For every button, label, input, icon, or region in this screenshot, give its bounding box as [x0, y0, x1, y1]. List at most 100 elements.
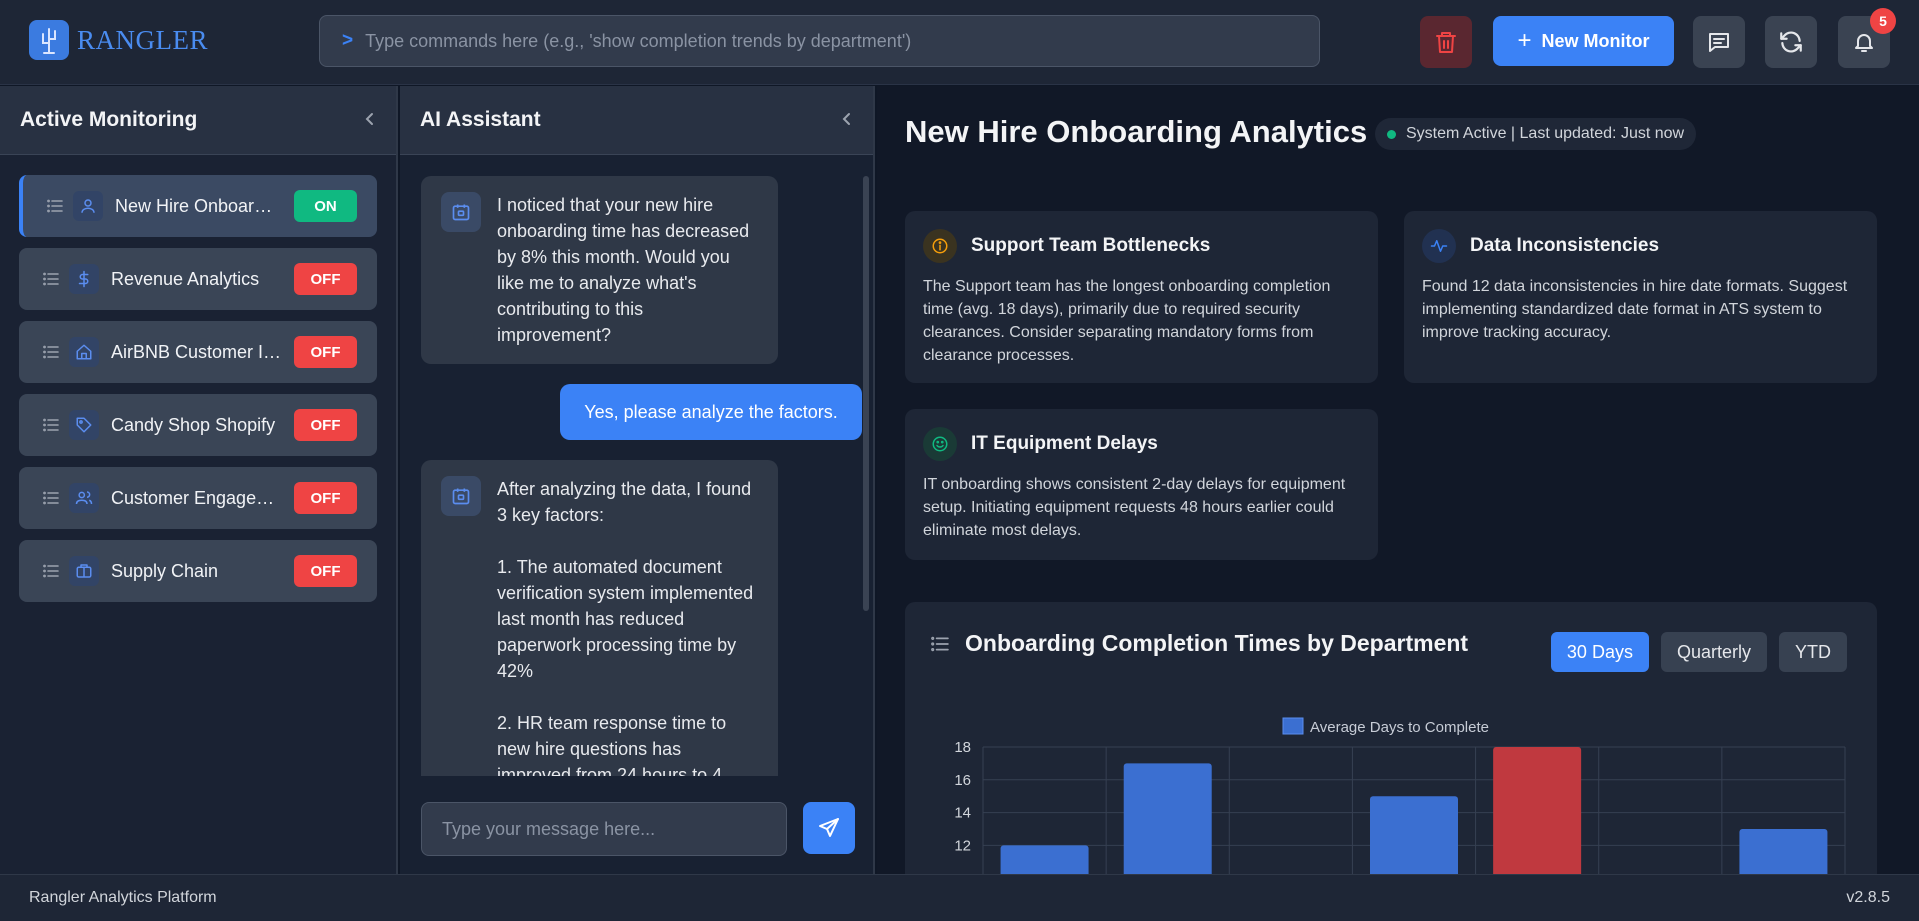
message-text: After analyzing the data, I found 3 key …	[497, 479, 754, 776]
insight-text: Found 12 data inconsistencies in hire da…	[1422, 278, 1848, 341]
tag-icon	[69, 410, 99, 440]
refresh-button[interactable]	[1765, 16, 1817, 68]
monitor-name: New Hire Onboarding Analytics	[115, 195, 294, 216]
list-icon	[43, 491, 59, 505]
chat-scrollbar[interactable]	[863, 176, 869, 611]
message-text: I noticed that your new hire onboarding …	[497, 195, 750, 345]
insight-title: Data Inconsistencies	[1470, 235, 1660, 256]
assistant-panel: AI Assistant I noticed that your new hir…	[400, 86, 875, 874]
dollar-icon	[69, 264, 99, 294]
monitor-toggle[interactable]: OFF	[294, 263, 357, 295]
version-label: v2.8.5	[1846, 889, 1890, 906]
monitor-name: Customer Engagement	[111, 487, 294, 508]
chart-bar[interactable]	[1739, 829, 1828, 874]
assistant-title: AI Assistant	[420, 108, 541, 131]
logo[interactable]: RANGLER	[29, 20, 208, 60]
new-monitor-label: New Monitor	[1541, 30, 1650, 51]
footer-title: Rangler Analytics Platform	[29, 889, 217, 906]
collapse-chevron-icon[interactable]	[364, 110, 376, 131]
command-bar[interactable]: >	[319, 15, 1320, 67]
list-icon	[43, 345, 59, 359]
monitor-toggle[interactable]: OFF	[294, 555, 357, 587]
plus-icon: +	[1517, 27, 1532, 54]
notification-badge: 5	[1870, 8, 1896, 34]
status-dot-icon	[1387, 129, 1396, 139]
monitor-name: Supply Chain	[111, 560, 219, 581]
notifications-button[interactable]: 5	[1838, 8, 1896, 68]
send-button[interactable]	[803, 802, 855, 854]
chart-card: Onboarding Completion Times by Departmen…	[905, 602, 1877, 874]
monitor-item[interactable]: New Hire Onboarding Analytics ON	[19, 175, 377, 237]
monitoring-title: Active Monitoring	[20, 108, 198, 131]
monitor-item[interactable]: Candy Shop Shopify OFF	[19, 394, 377, 456]
trash-icon	[1436, 32, 1456, 53]
dashboard: New Hire Onboarding Analytics System Act…	[877, 86, 1919, 874]
collapse-chevron-icon[interactable]	[841, 110, 853, 131]
monitor-name: Revenue Analytics	[111, 268, 260, 289]
monitor-item[interactable]: Customer Engagement OFF	[19, 467, 377, 529]
chat-toggle-button[interactable]	[1693, 16, 1745, 68]
chat-messages[interactable]: I noticed that your new hire onboarding …	[400, 156, 875, 776]
top-bar: RANGLER > + New Monitor 5	[0, 0, 1919, 85]
monitor-list: New Hire Onboarding Analytics ON Revenue…	[0, 155, 396, 622]
list-icon	[43, 272, 59, 286]
legend-swatch	[1282, 717, 1304, 735]
status-text: System Active | Last updated: Just now	[1406, 125, 1685, 142]
monitoring-panel: Active Monitoring New Hire Onboarding An…	[0, 86, 398, 874]
chart-bar[interactable]	[1370, 796, 1458, 874]
monitor-name: Candy Shop Shopify	[111, 414, 276, 435]
monitor-item[interactable]: Revenue Analytics OFF	[19, 248, 377, 310]
chart-bar[interactable]	[1123, 763, 1212, 874]
insight-text: IT onboarding shows consistent 2-day del…	[923, 476, 1346, 539]
y-tick-label: 16	[954, 772, 971, 789]
assistant-message: After analyzing the data, I found 3 key …	[421, 460, 778, 776]
y-tick-label: 14	[954, 805, 971, 822]
legend-label: Average Days to Complete	[1310, 719, 1489, 736]
status-badge: System Active | Last updated: Just now	[1375, 118, 1697, 150]
monitoring-header: Active Monitoring	[0, 86, 396, 155]
new-monitor-button[interactable]: + New Monitor	[1493, 16, 1674, 66]
users-icon	[69, 483, 99, 513]
cactus-logo-icon	[29, 20, 69, 60]
refresh-icon	[1780, 31, 1802, 53]
chat-compose	[421, 802, 855, 856]
assistant-header: AI Assistant	[400, 86, 873, 155]
user-message: Yes, please analyze the factors.	[560, 384, 862, 440]
chart-bar[interactable]	[1000, 845, 1089, 874]
monitor-item[interactable]: Supply Chain OFF	[19, 540, 377, 602]
insight-title: Support Team Bottlenecks	[971, 235, 1211, 256]
bar-chart: 18 16 14 12 Average Days to Complete	[954, 717, 1846, 874]
y-tick-label: 18	[954, 739, 971, 756]
monitor-toggle[interactable]: OFF	[294, 336, 357, 368]
info-icon	[923, 229, 957, 263]
list-icon	[43, 418, 59, 432]
y-tick-label: 12	[954, 837, 971, 854]
list-icon	[47, 199, 63, 213]
chat-input[interactable]	[421, 802, 787, 856]
insight-text: The Support team has the longest onboard…	[923, 278, 1331, 364]
delete-button[interactable]	[1420, 16, 1472, 68]
user-icon	[73, 191, 103, 221]
monitor-toggle[interactable]: ON	[294, 190, 357, 222]
list-icon	[43, 564, 59, 578]
insight-card[interactable]: Support Team Bottlenecks The Support tea…	[905, 211, 1378, 383]
insight-card[interactable]: Data Inconsistencies Found 12 data incon…	[1404, 211, 1877, 383]
bell-icon	[1855, 34, 1873, 52]
monitor-toggle[interactable]: OFF	[294, 482, 357, 514]
prompt-symbol: >	[342, 30, 354, 51]
assistant-message: I noticed that your new hire onboarding …	[421, 176, 778, 364]
insight-card[interactable]: IT Equipment Delays IT onboarding shows …	[905, 409, 1378, 560]
brand-name: RANGLER	[77, 24, 208, 55]
monitor-item[interactable]: AirBNB Customer Insights OFF	[19, 321, 377, 383]
calendar-bot-icon	[441, 476, 481, 516]
chart-bar[interactable]	[1493, 747, 1582, 874]
monitor-toggle[interactable]: OFF	[294, 409, 357, 441]
command-input[interactable]	[365, 30, 1266, 52]
message-icon	[1709, 33, 1729, 52]
briefcase-icon	[69, 556, 99, 586]
home-icon	[69, 337, 99, 367]
monitor-name: AirBNB Customer Insights	[111, 341, 294, 362]
send-icon	[819, 818, 839, 837]
insight-title: IT Equipment Delays	[971, 433, 1158, 454]
smile-icon	[923, 427, 957, 461]
